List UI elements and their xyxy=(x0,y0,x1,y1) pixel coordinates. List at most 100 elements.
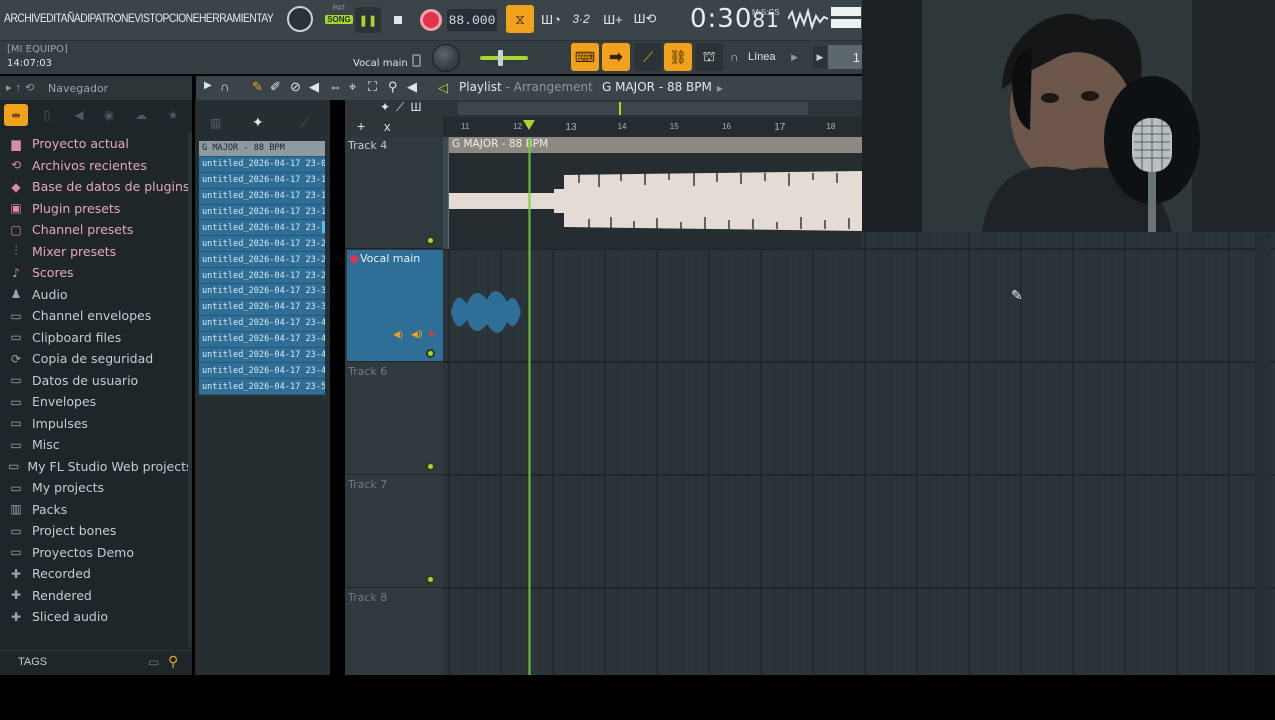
browser-item[interactable]: ▆ Proyecto actual xyxy=(8,133,192,155)
browser-item[interactable]: ♟ Audio xyxy=(8,284,192,306)
picker-clip-item[interactable]: untitled_2026-04-17 23-41.. xyxy=(199,347,325,364)
master-volume-slider[interactable] xyxy=(480,56,528,60)
menu-anadir[interactable]: AÑADI xyxy=(61,11,90,25)
audio-clip[interactable]: G MAJOR - 88 BPM xyxy=(449,137,862,249)
picker-clip-item[interactable]: untitled_2026-04-17 23-39.. xyxy=(199,299,325,316)
track-dot-icon[interactable] xyxy=(429,331,434,336)
slice-tool-icon[interactable]: ⌖ xyxy=(349,79,356,95)
main-volume-knob[interactable] xyxy=(287,6,313,32)
picker-clip-item[interactable]: untitled_2026-04-17 23-08.. xyxy=(199,156,325,173)
picker-clip-item[interactable]: untitled_2026-04-17 23-40.. xyxy=(199,315,325,332)
timeline-ruler[interactable]: 11 12 13 14 15 16 17 18 xyxy=(443,117,862,137)
browser-item[interactable]: ⫶ Mixer presets xyxy=(8,241,192,263)
pause-button[interactable]: ❚❚ xyxy=(355,7,381,33)
draw-tool-icon[interactable]: ✎ xyxy=(252,79,263,95)
overview-bar[interactable] xyxy=(443,100,862,117)
arrangement-selector[interactable]: Arrangement xyxy=(514,80,593,94)
browser-item[interactable]: ▭ Envelopes xyxy=(8,391,192,413)
playback-tool-icon[interactable]: ◀ xyxy=(407,79,417,95)
browser-filter-cloud-button[interactable]: ☁ xyxy=(130,104,152,126)
browser-item[interactable]: ⟲ Archivos recientes xyxy=(8,155,192,177)
playlist-scrollbar[interactable] xyxy=(1255,233,1271,673)
picker-clip-item[interactable]: untitled_2026-04-17 23-16.. xyxy=(199,220,325,237)
browser-item[interactable]: ◆ Base de datos de plugins xyxy=(8,176,192,198)
browser-item[interactable]: ▥ Packs xyxy=(8,499,192,521)
menu-opciones[interactable]: OPCIONE xyxy=(155,11,200,25)
loop-record-button[interactable]: Ш⟲ xyxy=(632,7,658,31)
picker-clip-item[interactable]: G MAJOR - 88 BPM xyxy=(199,141,325,157)
browser-item[interactable]: ♪ Scores xyxy=(8,262,192,284)
tempo-display[interactable]: 88.000 xyxy=(447,9,497,31)
track-tools-icons[interactable]: ✦⟋Ш xyxy=(380,100,427,115)
track-audio-icon[interactable]: ◀⟫ xyxy=(411,329,423,340)
countdown-button[interactable]: 3·2 xyxy=(568,7,594,31)
picker-patterns-icon[interactable]: ▥ xyxy=(210,116,221,130)
magnet-icon[interactable]: ∩ xyxy=(220,79,229,94)
browser-filter-favorites-button[interactable]: ★ xyxy=(162,104,184,126)
mute-tool-icon[interactable]: ◀ xyxy=(309,79,319,95)
track-active-led[interactable] xyxy=(426,236,435,245)
step-edit-button[interactable]: Ш+ xyxy=(600,7,626,31)
master-volume-slider-handle[interactable] xyxy=(498,50,503,66)
track-active-led[interactable] xyxy=(426,462,435,471)
browser-item[interactable]: ▭ Datos de usuario xyxy=(8,370,192,392)
picker-clip-item[interactable]: untitled_2026-04-17 23-10.. xyxy=(199,172,325,189)
channel-rack-button[interactable]: ➡ xyxy=(602,43,630,71)
browser-item[interactable]: ▭ Impulses xyxy=(8,413,192,435)
browser-item[interactable]: ▭ Channel envelopes xyxy=(8,305,192,327)
menu-patron[interactable]: PATRON xyxy=(90,11,129,25)
slip-tool-icon[interactable]: ⇔ xyxy=(329,79,342,94)
remove-track-icon[interactable]: x xyxy=(384,119,391,134)
track-header-vocal-main[interactable]: Vocal main ◀) ◀⟫ xyxy=(347,250,443,362)
picker-clip-item[interactable]: untitled_2026-04-17 23-20.. xyxy=(199,236,325,253)
track-header-8[interactable]: Track 8 xyxy=(345,589,443,675)
browser-item[interactable]: ▭ Project bones xyxy=(8,520,192,542)
browser-filter-project-button[interactable]: ▯ xyxy=(36,104,58,126)
track-header-6[interactable]: Track 6 xyxy=(345,363,443,475)
record-arm-icon[interactable] xyxy=(350,255,358,263)
add-track-icon[interactable]: + xyxy=(357,118,365,134)
picker-clip-item[interactable]: untitled_2026-04-17 23-15.. xyxy=(199,204,325,221)
paint-tool-icon[interactable]: ✐ xyxy=(270,79,281,95)
zoom-tool-icon[interactable]: ⚲ xyxy=(388,79,398,95)
picker-clip-item[interactable]: untitled_2026-04-17 23-55.. xyxy=(199,379,325,396)
track-header-7[interactable]: Track 7 xyxy=(345,476,443,588)
track-header-4[interactable]: Track 4 xyxy=(345,137,443,249)
picker-clip-item[interactable]: untitled_2026-04-17 23-33.. xyxy=(199,284,325,300)
browser-item[interactable]: ▣ Plugin presets xyxy=(8,198,192,220)
browser-item[interactable]: ✚ Recorded xyxy=(8,563,192,585)
browser-item[interactable]: ✚ Rendered xyxy=(8,585,192,607)
browser-filter-all-button[interactable]: ⇹ xyxy=(4,104,28,126)
picker-clip-item[interactable]: untitled_2026-04-17 23-42.. xyxy=(199,363,325,380)
menu-editar[interactable]: EDIT xyxy=(40,11,61,25)
wait-input-button[interactable]: Ш◔ xyxy=(538,7,564,31)
browser-item[interactable]: ▭ My projects xyxy=(8,477,192,499)
browser-filter-plugin-button[interactable]: ◉ xyxy=(98,104,120,126)
browser-item[interactable]: ⟳ Copia de seguridad xyxy=(8,348,192,370)
track-active-led[interactable] xyxy=(426,575,435,584)
browser-item[interactable]: ✚ Sliced audio xyxy=(8,606,192,628)
piano-roll-button[interactable]: ⌨ xyxy=(571,43,599,71)
folder-icon[interactable]: ▭ xyxy=(148,655,159,669)
browser-scrollbar[interactable] xyxy=(188,132,192,647)
browser-item[interactable]: ▭ Misc xyxy=(8,434,192,456)
browser-item[interactable]: ▭ Clipboard files xyxy=(8,327,192,349)
browser-filter-audio-button[interactable]: ◀ xyxy=(68,104,90,126)
link-button[interactable]: ⛓ xyxy=(664,43,692,71)
playlist-menu-arrow-icon[interactable]: ▶ xyxy=(204,80,212,91)
browser-item[interactable]: ▭ Proyectos Demo xyxy=(8,542,192,564)
search-icon[interactable]: ⚲ xyxy=(168,653,178,670)
track-speaker-icon[interactable]: ◀) xyxy=(393,329,403,340)
menu-vista[interactable]: EVIST xyxy=(128,11,156,25)
menu-ayuda[interactable]: Y xyxy=(267,11,274,25)
delete-tool-icon[interactable]: ⊘ xyxy=(290,79,301,95)
browser-item[interactable]: ▢ Channel presets xyxy=(8,219,192,241)
browser-item[interactable]: ▭ My FL Studio Web projects xyxy=(8,456,193,478)
current-pattern-selector[interactable]: G MAJOR - 88 BPM ▶ xyxy=(602,80,723,94)
snap-selector[interactable]: Línea ▶ xyxy=(744,46,802,68)
pattern-selector[interactable]: 1 xyxy=(828,45,862,69)
picker-clip-item[interactable]: untitled_2026-04-17 23-26.. xyxy=(199,268,325,285)
metronome-button[interactable]: ⧖ xyxy=(506,5,534,33)
select-tool-icon[interactable]: ⛶ xyxy=(368,79,377,95)
pattern-next-button[interactable]: ▶ xyxy=(813,46,827,68)
